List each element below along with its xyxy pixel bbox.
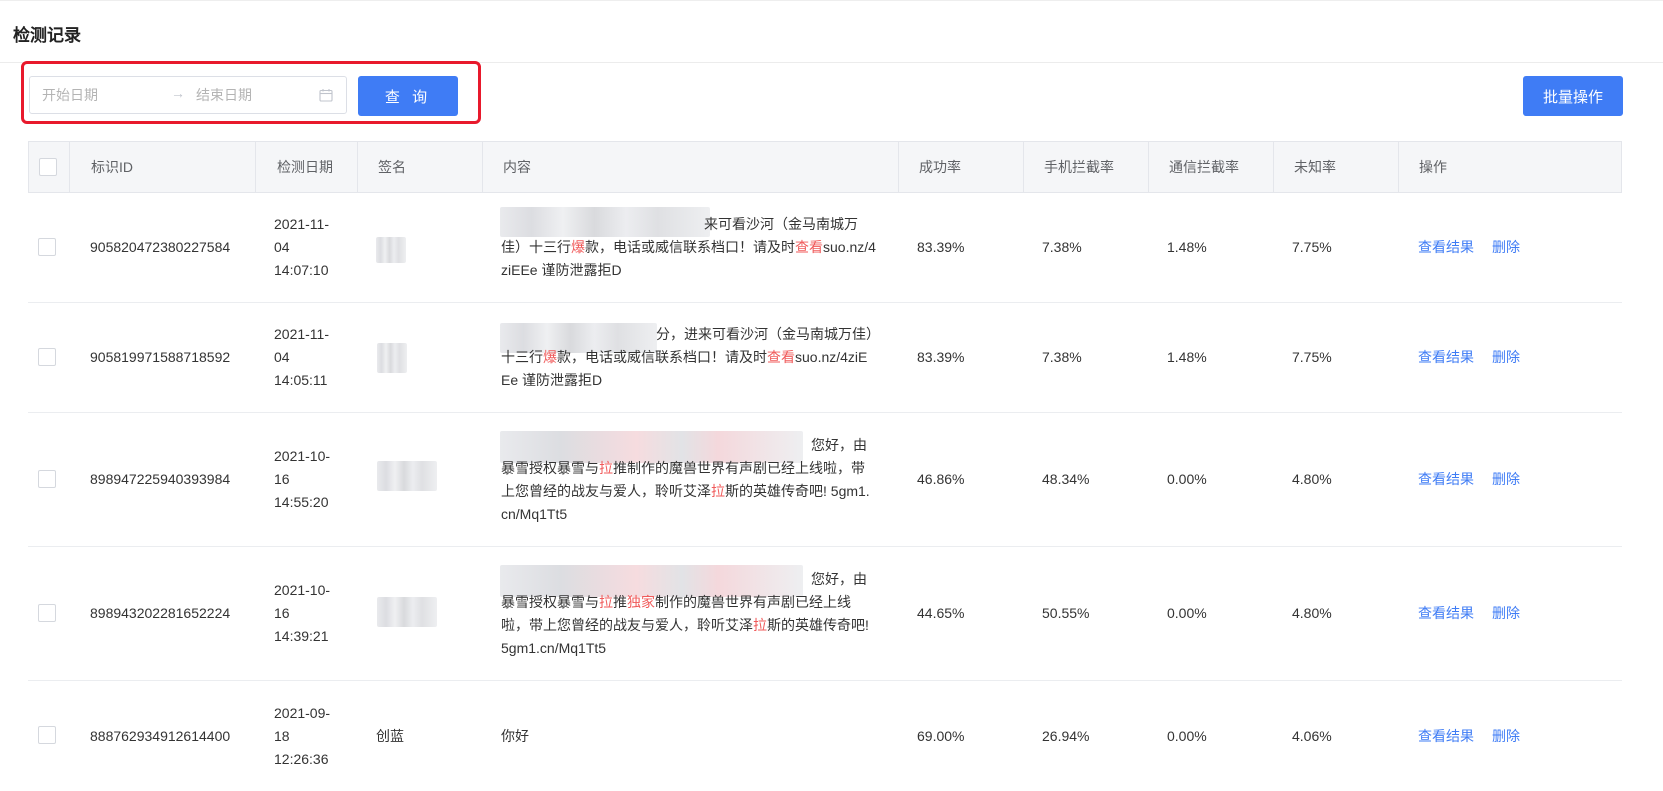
delete-link[interactable]: 删除 — [1492, 346, 1520, 369]
arrow-right-icon: → — [171, 85, 185, 101]
view-result-link[interactable]: 查看结果 — [1418, 468, 1474, 491]
phone-block-rate: 48.34% — [1042, 471, 1090, 487]
column-header-unknown-rate: 未知率 — [1294, 159, 1336, 175]
record-date: 2021-10- 16 14:39:21 — [274, 582, 331, 644]
success-rate: 83.39% — [917, 349, 965, 365]
content-keyword: 爆 — [571, 239, 585, 255]
signature-redacted — [377, 461, 437, 491]
success-rate: 46.86% — [917, 471, 965, 487]
column-header-actions: 操作 — [1419, 159, 1447, 175]
start-date-input[interactable] — [42, 85, 172, 105]
phone-block-rate: 26.94% — [1042, 727, 1090, 744]
record-id: 898947225940393984 — [90, 471, 231, 487]
content-keyword: 拉 — [599, 459, 613, 476]
signature-redacted — [377, 597, 437, 627]
success-rate: 44.65% — [917, 605, 965, 621]
content-keyword: 独家 — [627, 593, 655, 610]
record-content: 你好 — [501, 681, 876, 791]
column-header-signature: 签名 — [378, 159, 406, 175]
telecom-block-rate: 0.00% — [1167, 727, 1207, 744]
delete-link[interactable]: 删除 — [1492, 602, 1520, 625]
phone-block-rate: 7.38% — [1042, 349, 1082, 365]
unknown-rate: 4.06% — [1292, 727, 1332, 744]
record-content: 您好，由暴雪授权暴雪与拉推制作的魔兽世界有声剧已经上线啦，带上您曾经的战友与爱人… — [501, 413, 876, 546]
unknown-rate: 7.75% — [1292, 349, 1332, 365]
content-keyword: 查看 — [767, 349, 795, 365]
record-date: 2021-11- 04 14:07:10 — [274, 216, 330, 278]
record-date: 2021-09- 18 12:26:36 — [274, 704, 331, 767]
row-actions: 查看结果 删除 — [1418, 681, 1538, 791]
unknown-rate: 4.80% — [1292, 605, 1332, 621]
record-id: 905820472380227584 — [90, 239, 231, 255]
delete-link[interactable]: 删除 — [1492, 725, 1520, 748]
column-header-content: 内容 — [503, 159, 531, 175]
telecom-block-rate: 1.48% — [1167, 349, 1207, 365]
table-row: 898943202281652224 2021-10- 16 14:39:21 您好… — [28, 547, 1622, 681]
record-date: 2021-10- 16 14:55:20 — [274, 448, 331, 510]
content-keyword: 拉 — [753, 616, 767, 633]
signature-redacted — [376, 237, 406, 263]
table-header: 标识ID 检测日期 签名 内容 成功率 手机拦截率 通信拦截率 未知率 操作 — [28, 141, 1622, 193]
success-rate: 69.00% — [917, 727, 965, 744]
record-signature: 创蓝 — [376, 727, 404, 744]
row-checkbox[interactable] — [38, 348, 56, 366]
query-button[interactable]: 查 询 — [358, 76, 458, 116]
delete-link[interactable]: 删除 — [1492, 236, 1520, 259]
column-header-phone-block-rate: 手机拦截率 — [1044, 159, 1114, 175]
view-result-link[interactable]: 查看结果 — [1418, 725, 1474, 748]
record-content: 来可看沙河（金马南城万佳）十三行爆款，电话或威信联系档口！请及时查看suo.nz… — [501, 193, 876, 302]
column-header-id: 标识ID — [91, 159, 133, 175]
row-actions: 查看结果 删除 — [1418, 193, 1538, 302]
top-border — [0, 0, 1663, 1]
telecom-block-rate: 1.48% — [1167, 239, 1207, 255]
unknown-rate: 4.80% — [1292, 471, 1332, 487]
column-header-success-rate: 成功率 — [919, 159, 961, 175]
content-segment: 你好 — [501, 727, 529, 744]
record-id: 888762934912614400 — [90, 727, 231, 744]
record-content: 您好，由暴雪授权暴雪与拉推独家制作的魔兽世界有声剧已经上线啦，带上您曾经的战友与… — [501, 547, 876, 680]
table-row: 905819971588718592 2021-11- 04 14:05:11 分，… — [28, 303, 1622, 413]
calendar-icon[interactable] — [319, 88, 333, 102]
date-range-picker[interactable]: → — [29, 76, 347, 114]
record-date: 2021-11- 04 14:05:11 — [274, 326, 330, 388]
table-row: 898947225940393984 2021-10- 16 14:55:20 您好… — [28, 413, 1622, 547]
row-actions: 查看结果 删除 — [1418, 413, 1538, 546]
telecom-block-rate: 0.00% — [1167, 605, 1207, 621]
success-rate: 83.39% — [917, 239, 965, 255]
content-keyword: 拉 — [599, 593, 613, 610]
select-all-checkbox[interactable] — [39, 158, 57, 176]
row-checkbox[interactable] — [38, 238, 56, 256]
content-keyword: 查看 — [795, 239, 823, 255]
content-keyword: 拉 — [711, 482, 725, 499]
page-title: 检测记录 — [13, 26, 81, 45]
unknown-rate: 7.75% — [1292, 239, 1332, 255]
phone-block-rate: 7.38% — [1042, 239, 1082, 255]
record-id: 905819971588718592 — [90, 349, 231, 365]
view-result-link[interactable]: 查看结果 — [1418, 602, 1474, 625]
batch-operation-button[interactable]: 批量操作 — [1523, 76, 1623, 116]
content-keyword: 爆 — [543, 349, 557, 365]
row-checkbox[interactable] — [38, 470, 56, 488]
phone-block-rate: 50.55% — [1042, 605, 1090, 621]
view-result-link[interactable]: 查看结果 — [1418, 346, 1474, 369]
signature-redacted — [377, 343, 407, 373]
telecom-block-rate: 0.00% — [1167, 471, 1207, 487]
row-checkbox[interactable] — [38, 604, 56, 622]
column-header-telecom-block-rate: 通信拦截率 — [1169, 159, 1239, 175]
content-segment: 款，电话或威信联系档口！请及时 — [585, 239, 795, 255]
content-segment: 款，电话或威信联系档口！请及时 — [557, 349, 767, 365]
end-date-input[interactable] — [196, 85, 306, 105]
content-segment: 推 — [613, 593, 627, 610]
record-content: 分，进来可看沙河（金马南城万佳）十三行爆款，电话或威信联系档口！请及时查看suo… — [501, 303, 876, 412]
row-checkbox[interactable] — [38, 726, 56, 744]
column-header-date: 检测日期 — [277, 159, 333, 175]
delete-link[interactable]: 删除 — [1492, 468, 1520, 491]
table-row: 888762934912614400 2021-09- 18 12:26:36 创蓝… — [28, 681, 1622, 791]
row-actions: 查看结果 删除 — [1418, 547, 1538, 680]
records-table: 标识ID 检测日期 签名 内容 成功率 手机拦截率 通信拦截率 未知率 操作 9… — [28, 141, 1622, 791]
record-id: 898943202281652224 — [90, 605, 231, 621]
table-row: 905820472380227584 2021-11- 04 14:07:10 来可… — [28, 193, 1622, 303]
row-actions: 查看结果 删除 — [1418, 303, 1538, 412]
view-result-link[interactable]: 查看结果 — [1418, 236, 1474, 259]
